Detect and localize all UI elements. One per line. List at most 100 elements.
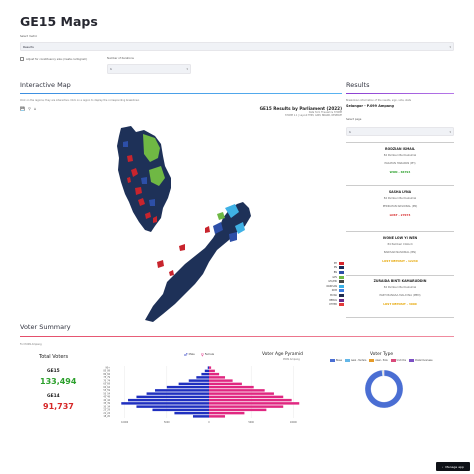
pyramid-bar	[174, 411, 209, 415]
legend-swatch	[339, 270, 344, 274]
legend-item-label: WARISAN	[326, 284, 337, 288]
chevron-left-icon: ‹	[442, 464, 444, 469]
candidate-card: SASHA LYNA 84 Pemberi Bermaksimal PERIKA…	[346, 186, 454, 232]
x-tick-label: 10000	[121, 421, 129, 424]
x-tick-label: 5000	[248, 421, 254, 424]
voter-type-legend: Biasa Awal - Tentera Awal - Polis Undi P…	[330, 359, 433, 362]
candidate-party: PERIKATAN NASIONAL (PN)	[382, 205, 418, 208]
pyramid-bar	[128, 398, 209, 402]
ge15-label: GE15	[47, 369, 60, 374]
x-tick-label: 5000	[164, 421, 170, 424]
pyramid-bar	[209, 415, 226, 418]
map-heading-rule	[20, 93, 342, 95]
malaysia-map[interactable]	[105, 122, 260, 327]
candidate-result: LOST - 27074	[389, 213, 411, 217]
legend-item[interactable]: Awal - Polis	[369, 359, 388, 362]
peninsular-malaysia[interactable]	[117, 126, 171, 232]
voter-type-donut[interactable]	[359, 368, 409, 410]
candidate-votes: 84 Pemberi Bermaksimal	[383, 197, 417, 200]
legend-swatch	[339, 261, 344, 265]
legend-swatch	[339, 280, 344, 284]
legend-swatch	[339, 275, 344, 279]
iterations-value: 1	[110, 67, 112, 71]
candidate-party: PAKATAN HARAPAN (PH)	[384, 162, 416, 165]
legend-item[interactable]: Awal - Tentera	[344, 359, 367, 362]
summary-heading-rule	[20, 336, 454, 338]
legend-item[interactable]: Biasa	[330, 359, 342, 362]
legend-item[interactable]: ♀ Female	[201, 352, 214, 357]
legend-item[interactable]: ♂ Male	[184, 352, 195, 357]
pyramid-bar	[166, 385, 209, 389]
bn-region-2	[149, 199, 155, 206]
candidate-card: RODZIAN ISMAIL 84 Pemberi Bermaksimal PA…	[346, 142, 454, 186]
map-heading: Interactive Map	[20, 81, 71, 89]
pyramid-bar	[209, 379, 233, 382]
candidate-card: ZURAIDA BINTI KAMARUDDIN 84 Pemberi Berm…	[346, 276, 454, 318]
legend-swatch	[409, 359, 415, 362]
page-select[interactable]: 1 ▾	[346, 127, 454, 136]
seat-title: Selangor - P.099 Ampang	[346, 104, 394, 108]
legend-item-label: GPS	[332, 275, 337, 279]
page-select-value: 1	[349, 129, 351, 134]
legend-swatch	[369, 359, 375, 362]
legend-swatch	[339, 293, 344, 297]
legend-item[interactable]: Postal Overseas	[409, 359, 433, 362]
cartogram-checkbox[interactable]	[20, 57, 24, 61]
metric-label: Select metric	[20, 35, 38, 38]
ge15-value: 133,494	[40, 377, 77, 386]
download-icon[interactable]: 💾	[20, 106, 25, 111]
map-chart-header: GE15 Results by Parliament (2022) Data f…	[250, 106, 342, 117]
reset-icon[interactable]: ⌂	[34, 106, 37, 111]
legend-item-label: BEBAS	[329, 298, 337, 302]
chevron-down-icon: ▾	[449, 129, 451, 134]
pyramid-bar	[121, 402, 209, 405]
legend-item-label: BN	[333, 270, 337, 274]
summary-hint: For P.099 Ampang	[20, 343, 42, 346]
results-heading-rule	[346, 93, 454, 95]
zoom-icon[interactable]: ⚲	[28, 106, 31, 111]
pyramid-bar	[209, 395, 284, 399]
legend-item-label: Awal - Tentera	[350, 359, 367, 362]
ge14-value: 91,737	[43, 402, 74, 411]
pyramid-legend: ♂ Male ♀ Female	[184, 352, 214, 357]
legend-item-label: PH	[333, 261, 337, 265]
pyramid-bar	[209, 382, 242, 386]
candidate-party: PARTI BANGSA MALAYSIA (PBM)	[379, 294, 421, 297]
page-select-label: Select page	[346, 118, 362, 121]
pyramid-bar	[209, 366, 212, 369]
legend-swatch	[330, 359, 335, 362]
map-legend: PH PN BN GPS GTA/MK WARISAN KDM MUDA BEB…	[300, 261, 344, 307]
pyramid-bar	[192, 415, 209, 418]
legend-item-label: Male	[188, 353, 195, 356]
pyramid-bar	[152, 408, 209, 412]
total-voters-label: Total Voters	[39, 354, 69, 360]
iterations-input[interactable]: 1 ▾	[107, 64, 191, 74]
borneo-malaysia[interactable]	[145, 202, 251, 322]
manage-app-button[interactable]: ‹ Manage app	[436, 462, 470, 471]
age-pyramid-chart[interactable]: 90+85_8980_8475_7970_7465_6960_6455_5950…	[94, 364, 314, 426]
legend-item-label: Biasa	[336, 359, 342, 362]
pyramid-title: Voter Age Pyramid	[262, 352, 303, 357]
ge14-label: GE14	[47, 394, 60, 399]
legend-item-label: Undi Pos	[396, 359, 407, 362]
ph-borneo-2	[179, 244, 185, 251]
legend-swatch	[390, 359, 396, 362]
pyramid-bar	[196, 376, 209, 379]
legend-item-label: OTHER	[329, 303, 337, 307]
pyramid-bar	[209, 408, 267, 412]
metric-select[interactable]: Results ▾	[20, 42, 454, 51]
pyramid-bar	[207, 366, 209, 369]
legend-swatch	[339, 266, 344, 270]
legend-item[interactable]: OTHER	[300, 302, 344, 307]
legend-swatch	[344, 359, 350, 362]
pyramid-bar	[136, 395, 209, 399]
legend-swatch	[339, 303, 344, 307]
legend-item-label: Postal Overseas	[415, 359, 433, 362]
pyramid-bar	[209, 405, 284, 408]
candidate-votes: 84 Pemberi Bermaksimal	[383, 286, 417, 289]
candidate-card: IVONE LOW YI WEN 84 Pemberi Cikkudi BARI…	[346, 232, 454, 276]
pyramid-bar	[146, 392, 209, 395]
candidate-votes: 84 Pemberi Bermaksimal	[383, 154, 417, 157]
legend-swatch	[339, 289, 344, 293]
legend-item[interactable]: Undi Pos	[390, 359, 407, 362]
